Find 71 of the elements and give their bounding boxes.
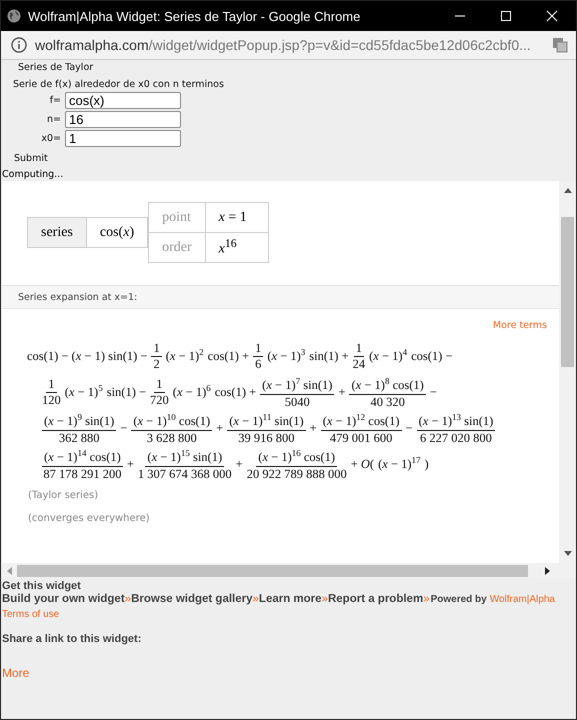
translate-icon[interactable] <box>552 37 568 53</box>
table-cell: cos(x) <box>86 218 148 248</box>
fraction: (x − 1)$^{14}$ cos(1) 87 178 291 200 <box>42 446 123 482</box>
note-text: (Taylor series) <box>27 489 100 503</box>
math-text: + <box>310 420 317 436</box>
power-term: (x − 1)$^{6}$ <box>172 383 211 401</box>
widget-title: Series de Taylor <box>17 62 94 73</box>
table-cell: point <box>148 202 206 232</box>
math-text: + <box>236 456 243 472</box>
math-text: cos(1) + <box>214 384 256 400</box>
footer-heading: Get this widget <box>2 580 82 592</box>
table-cell: x$^{16}$ <box>205 232 268 262</box>
fraction: (x − 1)$^{15}$ sin(1) 1 307 674 368 000 <box>138 446 232 482</box>
separator-text: » <box>252 593 259 605</box>
math-text: + O( <box>350 456 374 472</box>
input-field[interactable]: cos(x) <box>65 92 181 109</box>
footer-link[interactable]: Build your own widget <box>2 593 125 605</box>
globe-icon <box>7 9 21 23</box>
scroll-down-icon[interactable] <box>564 551 572 557</box>
power-term: (x − 1)$^{4}$ <box>369 347 408 365</box>
math-text: + <box>126 456 134 472</box>
field-label: x0= <box>40 133 61 144</box>
table-cell: series <box>28 218 86 248</box>
math-text: − <box>406 420 413 436</box>
info-icon[interactable] <box>11 37 27 53</box>
math-text: − <box>120 420 128 436</box>
math-text: sin(1) − <box>106 384 146 400</box>
note-text: (converges everywhere) <box>27 512 151 526</box>
status-text: Computing... <box>1 168 64 181</box>
window-title: Wolfram|Alpha Widget: Series de Taylor - Google Chrome <box>28 8 362 24</box>
table-cell: order <box>148 232 206 262</box>
separator-text: » <box>322 593 328 605</box>
input-field[interactable]: 16 <box>65 111 181 128</box>
fraction: (x − 1)$^{16}$ cos(1) 20 922 789 888 000 <box>246 446 347 482</box>
math-text: ) <box>424 456 429 472</box>
math-text: sin(1) + <box>309 348 349 364</box>
footer-link[interactable]: Report a problem <box>328 593 424 605</box>
fraction: 1 720 <box>150 376 169 408</box>
power-term: (x − 1)$^{17}$ <box>378 455 421 473</box>
fraction: 1 6 <box>253 340 264 372</box>
input-field[interactable]: 1 <box>65 130 181 147</box>
separator-text: » <box>423 593 430 605</box>
separator-text: » <box>124 593 132 605</box>
fraction: (x − 1)$^{12}$ cos(1) 479 001 600 <box>320 410 402 446</box>
close-icon[interactable] <box>546 10 558 22</box>
fraction: (x − 1)$^{13}$ sin(1) 6 227 020 800 <box>416 410 496 446</box>
math-text: + <box>216 420 224 436</box>
scroll-right-icon[interactable] <box>545 566 551 574</box>
power-term: (x − 1)$^{2}$ <box>166 347 204 365</box>
fraction: 1 120 <box>42 376 61 408</box>
pod-title: Series expansion at x=1: <box>18 292 138 302</box>
math-text: cos(1) − (x − 1) sin(1) − <box>27 348 148 364</box>
power-term: (x − 1)$^{5}$ <box>64 383 103 401</box>
fraction: 1 24 <box>352 340 366 372</box>
submit-button[interactable]: Submit <box>13 149 48 164</box>
maximize-icon[interactable] <box>500 10 512 22</box>
fraction: 1 2 <box>151 340 162 372</box>
math-text: + <box>338 384 346 400</box>
footer-link[interactable]: Browse widget gallery <box>131 593 253 605</box>
footer-link[interactable]: Learn more <box>258 593 322 605</box>
math-text: cos(1) − <box>411 348 452 364</box>
scroll-up-icon[interactable] <box>564 187 572 193</box>
power-term: (x − 1)$^{3}$ <box>267 347 306 365</box>
share-heading: Share a link to this widget: <box>2 633 142 645</box>
field-label: f= <box>48 95 61 106</box>
powered-by-text: Powered by <box>430 594 487 605</box>
math-text: cos(1) + <box>208 348 250 364</box>
widget-description: Serie de f(x) alrededor de x0 con n terminos <box>13 79 225 90</box>
field-label: n= <box>46 114 61 125</box>
math-text: − <box>430 384 437 400</box>
table-cell: x = 1 <box>205 202 268 232</box>
